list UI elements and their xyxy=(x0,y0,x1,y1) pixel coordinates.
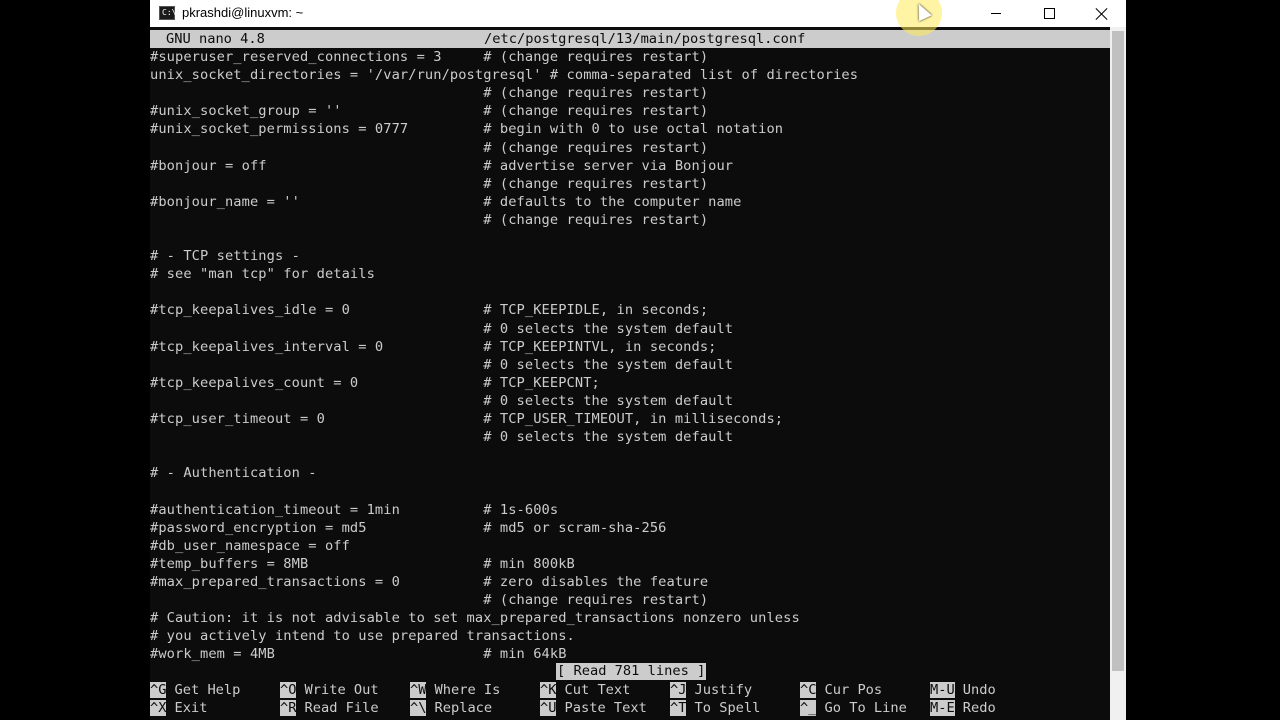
editor-line[interactable]: # (change requires restart) xyxy=(150,211,1110,229)
editor-line[interactable]: # (change requires restart) xyxy=(150,139,1110,157)
editor-line[interactable]: #password_encryption = md5 # md5 or scra… xyxy=(150,519,1110,537)
window-title: pkrashdi@linuxvm: ~ xyxy=(182,5,304,20)
nano-header-bar: GNU nano 4.8 /etc/postgresql/13/main/pos… xyxy=(150,30,1110,48)
editor-line[interactable]: #bonjour_name = '' # defaults to the com… xyxy=(150,193,1110,211)
editor-line[interactable] xyxy=(150,283,1110,301)
minimize-icon xyxy=(991,13,1001,14)
shortcut-item: M-E Redo xyxy=(930,699,996,717)
shortcut-label: Justify xyxy=(694,682,753,698)
shortcut-key: ^W xyxy=(410,682,427,698)
shortcut-label: Where Is xyxy=(434,682,501,698)
shortcut-item: ^G Get Help xyxy=(150,681,240,699)
shortcut-label: Redo xyxy=(962,700,996,716)
maximize-icon xyxy=(1043,8,1055,19)
terminal-area[interactable]: GNU nano 4.8 /etc/postgresql/13/main/pos… xyxy=(150,27,1110,720)
editor-line[interactable]: #superuser_reserved_connections = 3 # (c… xyxy=(150,48,1110,66)
shortcut-item: ^T To Spell xyxy=(670,699,760,717)
shortcut-item: ^C Cur Pos xyxy=(800,681,882,699)
close-icon xyxy=(1095,7,1109,21)
video-letterbox-right xyxy=(1126,0,1280,720)
shortcut-key: ^R xyxy=(280,700,297,716)
editor-line[interactable]: #temp_buffers = 8MB # min 800kB xyxy=(150,555,1110,573)
editor-line[interactable]: # (change requires restart) xyxy=(150,84,1110,102)
terminal-window: C:\ pkrashdi@linuxvm: ~ GNU nano 4.8 /et… xyxy=(150,0,1126,720)
editor-line[interactable]: #tcp_keepalives_count = 0 # TCP_KEEPCNT; xyxy=(150,374,1110,392)
shortcut-key: ^J xyxy=(670,682,687,698)
editor-line[interactable]: # 0 selects the system default xyxy=(150,392,1110,410)
editor-line[interactable]: #max_prepared_transactions = 0 # zero di… xyxy=(150,573,1110,591)
title-bar[interactable]: C:\ pkrashdi@linuxvm: ~ xyxy=(150,0,1126,27)
shortcut-label: Replace xyxy=(434,700,493,716)
shortcut-key: ^\ xyxy=(410,700,427,716)
shortcut-key: ^O xyxy=(280,682,297,698)
shortcut-label: Write Out xyxy=(304,682,379,698)
shortcut-item: ^O Write Out xyxy=(280,681,379,699)
nano-version: GNU nano 4.8 xyxy=(166,31,265,47)
editor-line[interactable]: #unix_socket_permissions = 0777 # begin … xyxy=(150,120,1110,138)
shortcut-key: ^T xyxy=(670,700,687,716)
editor-line[interactable]: # 0 selects the system default xyxy=(150,428,1110,446)
shortcut-label: Cur Pos xyxy=(824,682,883,698)
shortcut-label: To Spell xyxy=(694,700,761,716)
shortcut-label: Undo xyxy=(962,682,996,698)
maximize-button[interactable] xyxy=(1023,0,1075,27)
shortcut-item: ^W Where Is xyxy=(410,681,500,699)
shortcut-item: ^_ Go To Line xyxy=(800,699,907,717)
editor-line[interactable]: #tcp_keepalives_idle = 0 # TCP_KEEPIDLE,… xyxy=(150,301,1110,319)
editor-line[interactable]: #work_mem = 4MB # min 64kB xyxy=(150,645,1110,663)
editor-line[interactable]: unix_socket_directories = '/var/run/post… xyxy=(150,66,1110,84)
shortcut-item: ^K Cut Text xyxy=(540,681,630,699)
editor-line[interactable]: # Caution: it is not advisable to set ma… xyxy=(150,609,1110,627)
editor-line[interactable]: # - TCP settings - xyxy=(150,247,1110,265)
video-letterbox-left xyxy=(0,0,150,720)
editor-line[interactable]: #authentication_timeout = 1min # 1s-600s xyxy=(150,501,1110,519)
shortcut-key: ^X xyxy=(150,700,167,716)
editor-line[interactable]: # (change requires restart) xyxy=(150,175,1110,193)
shortcut-item: ^R Read File xyxy=(280,699,379,717)
shortcut-item: ^J Justify xyxy=(670,681,752,699)
editor-line[interactable]: #tcp_user_timeout = 0 # TCP_USER_TIMEOUT… xyxy=(150,410,1110,428)
editor-line[interactable]: #bonjour = off # advertise server via Bo… xyxy=(150,157,1110,175)
console-icon[interactable]: C:\ xyxy=(159,6,176,20)
shortcut-key: ^K xyxy=(540,682,557,698)
shortcut-item: ^X Exit xyxy=(150,699,207,717)
shortcut-label: Go To Line xyxy=(824,700,907,716)
close-button[interactable] xyxy=(1076,0,1128,27)
editor-line[interactable] xyxy=(150,229,1110,247)
status-message: [ Read 781 lines ] xyxy=(556,663,707,680)
editor-line[interactable]: #unix_socket_group = '' # (change requir… xyxy=(150,102,1110,120)
shortcut-label: Get Help xyxy=(174,682,241,698)
shortcut-label: Read File xyxy=(304,700,379,716)
editor-line[interactable]: # you actively intend to use prepared tr… xyxy=(150,627,1110,645)
shortcut-item: ^\ Replace xyxy=(410,699,492,717)
editor-line[interactable]: #db_user_namespace = off xyxy=(150,537,1110,555)
shortcut-key: ^U xyxy=(540,700,557,716)
editor-line[interactable]: # see "man tcp" for details xyxy=(150,265,1110,283)
shortcut-label: Paste Text xyxy=(564,700,647,716)
editor-line[interactable]: #tcp_keepalives_interval = 0 # TCP_KEEPI… xyxy=(150,338,1110,356)
editor-line[interactable]: # 0 selects the system default xyxy=(150,320,1110,338)
shortcut-key: M-E xyxy=(930,700,955,716)
editor-line[interactable]: # 0 selects the system default xyxy=(150,356,1110,374)
editor-line[interactable]: # (change requires restart) xyxy=(150,591,1110,609)
editor-line[interactable] xyxy=(150,446,1110,464)
shortcut-key: ^C xyxy=(800,682,817,698)
scrollbar-thumb[interactable] xyxy=(1112,31,1124,671)
editor-line[interactable] xyxy=(150,482,1110,500)
shortcut-key: ^_ xyxy=(800,700,817,716)
shortcut-item: ^U Paste Text xyxy=(540,699,647,717)
shortcut-item: M-U Undo xyxy=(930,681,996,699)
shortcut-key: ^G xyxy=(150,682,167,698)
vertical-scrollbar[interactable] xyxy=(1110,27,1126,720)
file-path: /etc/postgresql/13/main/postgresql.conf xyxy=(484,31,806,47)
shortcut-label: Cut Text xyxy=(564,682,631,698)
editor-line[interactable]: # - Authentication - xyxy=(150,464,1110,482)
minimize-button[interactable] xyxy=(970,0,1022,27)
shortcut-key: M-U xyxy=(930,682,955,698)
shortcut-label: Exit xyxy=(174,700,208,716)
